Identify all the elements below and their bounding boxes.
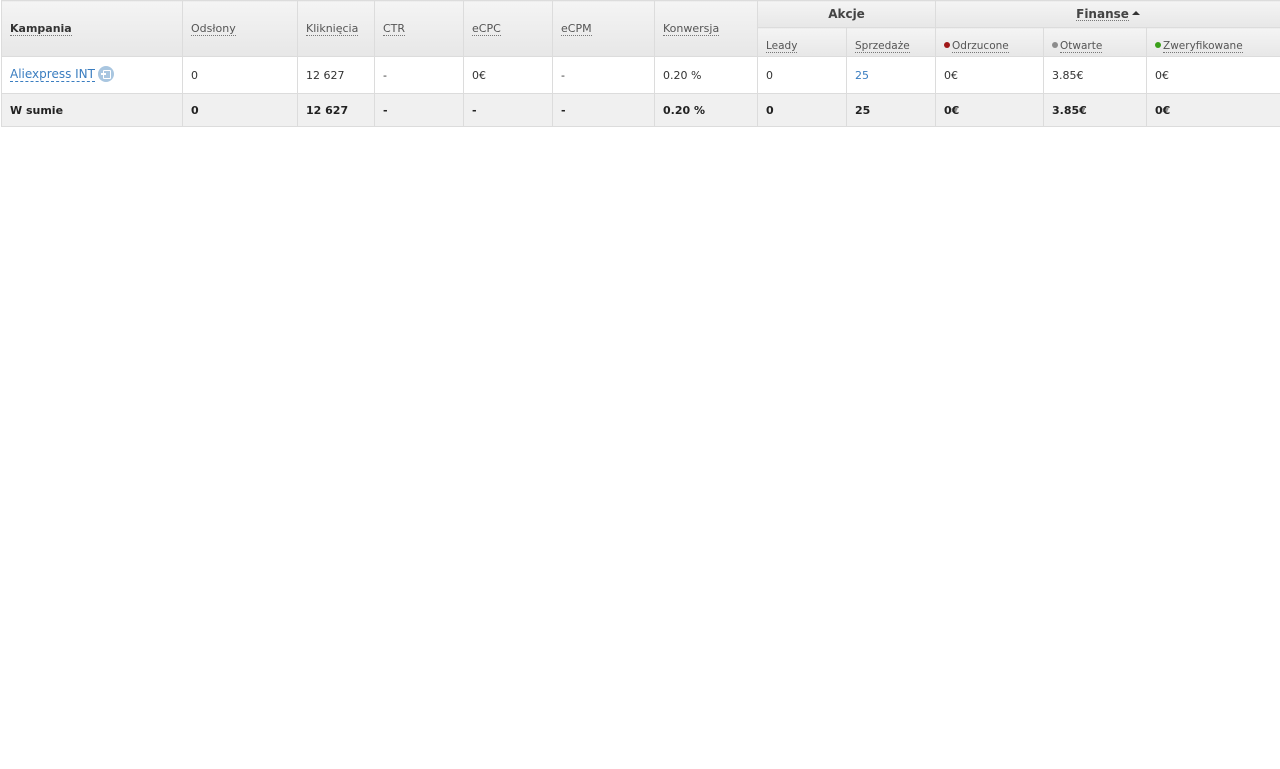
col-header-open[interactable]: Otwarte [1043, 27, 1148, 57]
col-header-campaign-label: Kampania [10, 21, 72, 36]
cell-sales: 25 [845, 56, 937, 94]
group-header-actions: Akcje [756, 0, 937, 28]
cell-ctr: - [374, 56, 464, 94]
cell-ecpc: 0€ [463, 56, 553, 94]
campaign-stats-table: Kampania Odsłony Kliknięcia CTR eCPC eCP… [1, 0, 1280, 127]
total-leads: 0 [757, 93, 847, 127]
col-header-ctr-label: CTR [383, 21, 406, 36]
total-label: W sumie [1, 93, 183, 127]
col-header-sales-label: Sprzedaże [855, 40, 910, 53]
total-verified: 0€ [1146, 93, 1280, 127]
col-header-ecpm-label: eCPM [561, 21, 592, 36]
total-sales: 25 [845, 93, 937, 127]
col-header-conversion[interactable]: Konwersja [654, 0, 758, 57]
cell-campaign: Aliexpress INT [1, 56, 183, 94]
col-header-impressions[interactable]: Odsłony [182, 0, 298, 57]
group-header-finance[interactable]: Finanse [935, 0, 1280, 28]
cell-verified: 0€ [1146, 56, 1280, 94]
total-ecpc: - [463, 93, 553, 127]
caret-up-icon [1131, 10, 1140, 15]
campaign-link[interactable]: Aliexpress INT [10, 67, 95, 82]
col-header-campaign[interactable]: Kampania [1, 0, 183, 57]
cell-rejected: 0€ [935, 56, 1045, 94]
col-header-impressions-label: Odsłony [191, 21, 236, 36]
col-header-clicks-label: Kliknięcia [306, 21, 359, 36]
total-ecpm: - [552, 93, 655, 127]
col-header-leads-label: Leady [766, 40, 798, 53]
open-status-dot-icon [1052, 42, 1059, 48]
group-header-actions-label: Akcje [828, 7, 865, 21]
group-header-finance-label: Finanse [1076, 7, 1129, 21]
col-header-rejected-label: Odrzucone [952, 40, 1009, 53]
total-open: 3.85€ [1043, 93, 1148, 127]
cell-conversion: 0.20 % [654, 56, 758, 94]
total-row: W sumie 0 12 627 - - - 0.20 % 0 25 0€ 3.… [1, 93, 1280, 127]
cell-clicks: 12 627 [297, 56, 375, 94]
col-header-ecpc-label: eCPC [472, 21, 501, 36]
total-clicks: 12 627 [297, 93, 375, 127]
cell-leads: 0 [757, 56, 847, 94]
total-conversion: 0.20 % [654, 93, 758, 127]
col-header-sales[interactable]: Sprzedaże [845, 27, 937, 57]
header-row: Kampania Odsłony Kliknięcia CTR eCPC eCP… [1, 0, 1280, 57]
col-header-ecpc[interactable]: eCPC [463, 0, 553, 57]
cell-ecpm: - [552, 56, 655, 94]
col-header-ctr[interactable]: CTR [374, 0, 464, 57]
col-header-open-label: Otwarte [1060, 40, 1103, 53]
total-rejected: 0€ [935, 93, 1045, 127]
col-header-verified[interactable]: Zweryfikowane [1146, 27, 1280, 57]
rejected-status-dot-icon [944, 42, 951, 48]
sales-link[interactable]: 25 [855, 69, 869, 82]
cell-impressions: 0 [182, 56, 298, 94]
copy-icon[interactable] [97, 66, 114, 82]
col-header-leads[interactable]: Leady [757, 27, 847, 57]
col-header-clicks[interactable]: Kliknięcia [297, 0, 375, 57]
total-impressions: 0 [182, 93, 298, 127]
total-ctr: - [374, 93, 464, 127]
verified-status-dot-icon [1155, 42, 1162, 48]
col-header-verified-label: Zweryfikowane [1163, 40, 1243, 53]
col-header-ecpm[interactable]: eCPM [552, 0, 655, 57]
cell-open: 3.85€ [1043, 56, 1148, 94]
col-header-rejected[interactable]: Odrzucone [935, 27, 1045, 57]
col-header-conversion-label: Konwersja [663, 21, 720, 36]
table-row: Aliexpress INT 0 12 627 - 0€ - 0.20 % 0 … [1, 56, 1280, 94]
